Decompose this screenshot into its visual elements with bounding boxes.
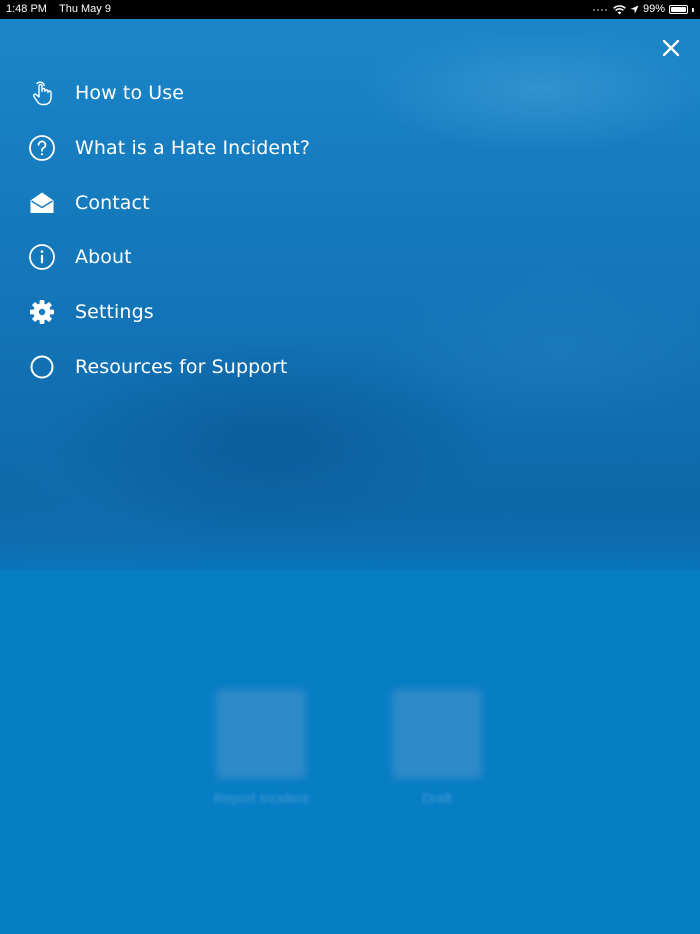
status-date: Thu May 9 [59, 3, 111, 15]
battery-fill [671, 7, 686, 12]
menu-item-what-is-hate-incident[interactable]: What is a Hate Incident? [0, 121, 440, 176]
question-circle-icon [28, 134, 56, 162]
envelope-open-icon [28, 189, 56, 217]
battery-icon [669, 5, 688, 14]
battery-tip [692, 7, 694, 12]
cellular-dots-icon [592, 8, 607, 11]
wifi-icon [613, 4, 626, 14]
status-time: 1:48 PM [6, 3, 47, 15]
touch-hand-icon [28, 79, 56, 107]
gear-icon [28, 298, 56, 326]
menu-item-label: Contact [75, 191, 150, 214]
info-circle-icon [28, 243, 56, 271]
menu-item-label: Settings [75, 301, 154, 324]
close-icon [662, 39, 680, 57]
status-indicators: 99% [592, 0, 694, 19]
menu-item-about[interactable]: About [0, 230, 440, 285]
menu-item-contact[interactable]: Contact [0, 175, 440, 230]
menu-item-label: How to Use [75, 82, 185, 105]
close-button[interactable] [658, 35, 684, 61]
draft-button [392, 689, 482, 779]
circle-icon [28, 353, 56, 381]
location-arrow-icon [630, 5, 639, 14]
battery-percent: 99% [642, 3, 665, 15]
report-incident-label: Report Incident [213, 790, 309, 806]
backdrop-fade [0, 540, 700, 600]
screen: 1:48 PM Thu May 9 99% Report Incident Dr… [0, 0, 700, 934]
menu-item-label: Resources for Support [75, 355, 288, 378]
menu-item-label: About [75, 246, 132, 269]
menu-item-how-to-use[interactable]: How to Use [0, 66, 440, 121]
menu-item-label: What is a Hate Incident? [75, 137, 311, 160]
status-bar: 1:48 PM Thu May 9 99% [0, 0, 700, 19]
menu-item-resources-for-support[interactable]: Resources for Support [0, 339, 440, 394]
draft-label: Draft [421, 790, 453, 806]
report-incident-button [216, 689, 306, 779]
side-menu: How to Use What is a Hate Incident? Cont… [0, 66, 440, 394]
menu-item-settings[interactable]: Settings [0, 285, 440, 340]
